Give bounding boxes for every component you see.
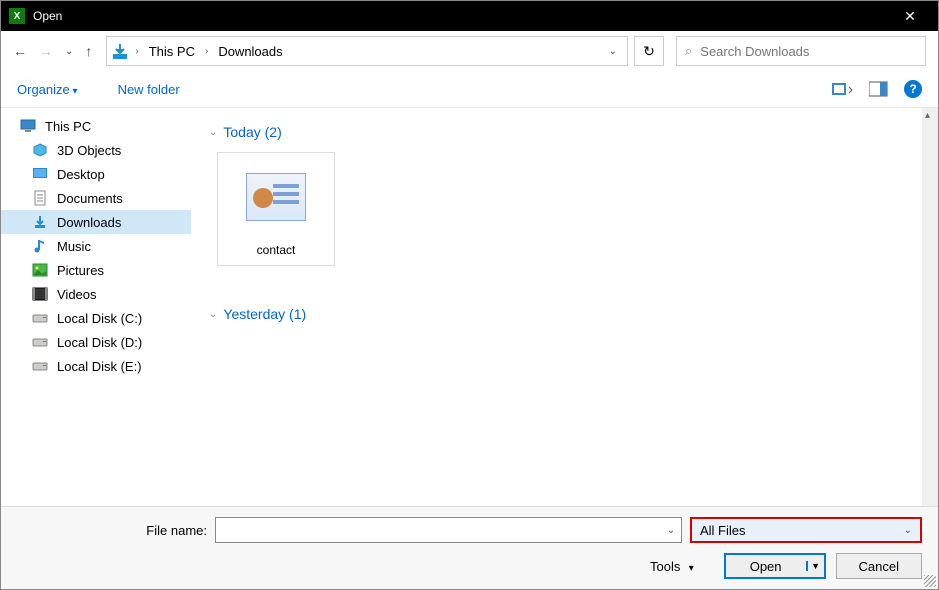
nav-arrows: ← → ⌄ ↑ — [13, 43, 92, 59]
resize-grip[interactable] — [924, 575, 936, 587]
open-dialog: X Open ✕ ← → ⌄ ↑ › This PC › Downloads ⌄… — [0, 0, 939, 590]
address-bar[interactable]: › This PC › Downloads ⌄ — [106, 36, 628, 66]
file-type-filter[interactable]: All Files ⌄ — [690, 517, 922, 543]
group-header[interactable]: ⌄ Today (2) — [209, 124, 904, 140]
chevron-down-icon: ⌄ — [209, 309, 217, 320]
bottom-panel: File name: ⌄ All Files ⌄ Tools Open ▼ Ca… — [1, 506, 938, 589]
disk-icon — [31, 310, 49, 326]
sidebar-item-pictures[interactable]: Pictures — [1, 258, 191, 282]
desktop-icon — [31, 166, 49, 182]
sidebar-item-label: Downloads — [57, 215, 121, 230]
new-folder-button[interactable]: New folder — [118, 82, 180, 97]
file-list[interactable]: ⌄ Today (2) contact ⌄ Yesterday (1) — [191, 108, 922, 506]
video-icon — [31, 286, 49, 302]
cancel-button[interactable]: Cancel — [836, 553, 922, 579]
downloads-icon — [111, 42, 129, 60]
3d-icon — [31, 142, 49, 158]
sidebar-item-label: This PC — [45, 119, 91, 134]
sidebar-item-this-pc[interactable]: This PC — [1, 114, 191, 138]
sidebar-item-local-disk-c-[interactable]: Local Disk (C:) — [1, 306, 191, 330]
sidebar-item-label: Local Disk (E:) — [57, 359, 142, 374]
content-pane: ⌄ Today (2) contact ⌄ Yesterday (1) — [191, 108, 938, 506]
chevron-right-icon[interactable]: › — [205, 46, 208, 57]
preview-pane-button[interactable] — [868, 80, 890, 98]
pic-icon — [31, 262, 49, 278]
organize-menu[interactable]: Organize — [17, 82, 78, 97]
file-name: contact — [257, 243, 296, 257]
scrollbar[interactable] — [922, 108, 938, 506]
dialog-title: Open — [33, 9, 890, 23]
music-icon — [31, 238, 49, 254]
filename-label: File name: — [17, 523, 207, 538]
filter-label: All Files — [700, 523, 746, 538]
recent-dropdown[interactable]: ⌄ — [65, 46, 73, 57]
sidebar-item-label: Pictures — [57, 263, 104, 278]
disk-icon — [31, 358, 49, 374]
sidebar-item-3d-objects[interactable]: 3D Objects — [1, 138, 191, 162]
chevron-down-icon: ⌄ — [209, 127, 217, 138]
titlebar: X Open ✕ — [1, 1, 938, 31]
sidebar-item-videos[interactable]: Videos — [1, 282, 191, 306]
sidebar-item-label: Local Disk (D:) — [57, 335, 142, 350]
sidebar-item-desktop[interactable]: Desktop — [1, 162, 191, 186]
close-button[interactable]: ✕ — [890, 1, 930, 31]
view-mode-button[interactable] — [832, 80, 854, 98]
open-button[interactable]: Open ▼ — [724, 553, 826, 579]
filename-dropdown[interactable]: ⌄ — [661, 525, 681, 536]
search-icon: ⌕ — [685, 43, 692, 59]
group-label: Yesterday (1) — [223, 306, 306, 322]
sidebar-item-documents[interactable]: Documents — [1, 186, 191, 210]
open-split-dropdown[interactable]: ▼ — [806, 561, 824, 571]
sidebar-item-label: Videos — [57, 287, 97, 302]
back-button[interactable]: ← — [13, 43, 27, 59]
toolbar: Organize New folder ? — [1, 71, 938, 107]
breadcrumb-downloads[interactable]: Downloads — [214, 42, 286, 61]
chevron-down-icon: ⌄ — [904, 525, 912, 536]
group-header[interactable]: ⌄ Yesterday (1) — [209, 306, 904, 322]
nav-row: ← → ⌄ ↑ › This PC › Downloads ⌄ ↻ ⌕ — [1, 31, 938, 71]
sidebar-item-label: Desktop — [57, 167, 105, 182]
sidebar-item-local-disk-e-[interactable]: Local Disk (E:) — [1, 354, 191, 378]
sidebar-item-label: Documents — [57, 191, 123, 206]
open-button-label: Open — [726, 559, 806, 574]
disk-icon — [31, 334, 49, 350]
sidebar-item-local-disk-d-[interactable]: Local Disk (D:) — [1, 330, 191, 354]
up-button[interactable]: ↑ — [85, 43, 92, 59]
tools-menu[interactable]: Tools — [650, 559, 694, 574]
excel-icon: X — [9, 8, 25, 24]
download-icon — [31, 214, 49, 230]
search-box[interactable]: ⌕ — [676, 36, 926, 66]
help-button[interactable]: ? — [904, 80, 922, 98]
search-input[interactable] — [700, 44, 917, 59]
sidebar-item-downloads[interactable]: Downloads — [1, 210, 191, 234]
group-label: Today (2) — [223, 124, 281, 140]
forward-button[interactable]: → — [39, 43, 53, 59]
main-area: This PC 3D Objects Desktop Documents Downloa… — [1, 107, 938, 506]
filename-input[interactable] — [216, 523, 661, 538]
chevron-right-icon[interactable]: › — [135, 46, 138, 57]
file-thumbnail — [246, 173, 306, 221]
filename-combo[interactable]: ⌄ — [215, 517, 682, 543]
sidebar-item-label: Music — [57, 239, 91, 254]
breadcrumb-this-pc[interactable]: This PC — [145, 42, 199, 61]
sidebar-item-music[interactable]: Music — [1, 234, 191, 258]
file-item[interactable]: contact — [217, 152, 335, 266]
pc-icon — [19, 118, 37, 134]
sidebar-item-label: Local Disk (C:) — [57, 311, 142, 326]
address-dropdown[interactable]: ⌄ — [603, 46, 623, 57]
refresh-button[interactable]: ↻ — [634, 36, 664, 66]
doc-icon — [31, 190, 49, 206]
sidebar-item-label: 3D Objects — [57, 143, 121, 158]
nav-tree[interactable]: This PC 3D Objects Desktop Documents Downloa… — [1, 108, 191, 506]
